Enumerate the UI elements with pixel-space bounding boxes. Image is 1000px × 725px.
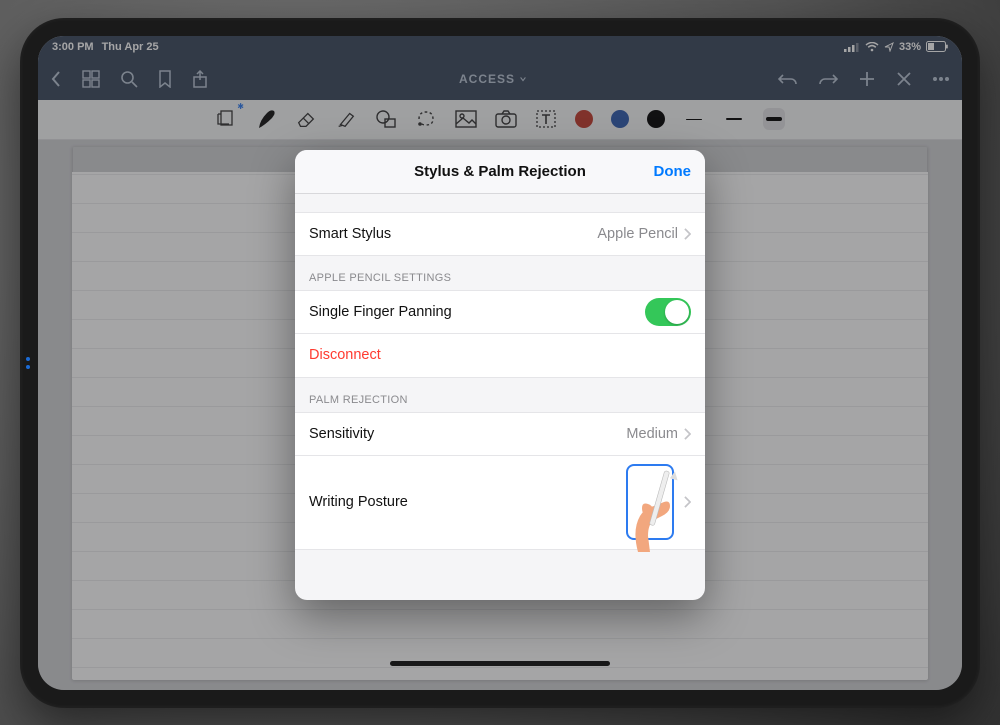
disconnect-label: Disconnect (309, 347, 381, 363)
modal-title: Stylus & Palm Rejection (414, 163, 586, 180)
modal-body: Smart Stylus Apple Pencil Apple Pencil S… (295, 194, 705, 600)
chevron-right-icon (684, 428, 691, 440)
section-palm-rejection: Palm Rejection (295, 378, 705, 412)
writing-posture-graphic (626, 464, 674, 540)
single-finger-panning-row[interactable]: Single Finger Panning (295, 290, 705, 334)
screen: 3:00 PM Thu Apr 25 33% (38, 36, 962, 690)
single-finger-panning-label: Single Finger Panning (309, 304, 452, 320)
ipad-device-frame: 3:00 PM Thu Apr 25 33% (20, 18, 980, 708)
section-apple-pencil-settings: Apple Pencil Settings (295, 256, 705, 290)
smart-stylus-value: Apple Pencil (597, 226, 678, 242)
side-indicator-dots (26, 357, 30, 369)
stylus-settings-modal: Stylus & Palm Rejection Done Smart Stylu… (295, 150, 705, 600)
disconnect-row[interactable]: Disconnect (295, 334, 705, 378)
writing-posture-row[interactable]: Writing Posture (295, 456, 705, 550)
sensitivity-row[interactable]: Sensitivity Medium (295, 412, 705, 456)
smart-stylus-row[interactable]: Smart Stylus Apple Pencil (295, 212, 705, 256)
done-button[interactable]: Done (654, 163, 692, 180)
writing-posture-label: Writing Posture (309, 494, 408, 510)
single-finger-panning-toggle[interactable] (645, 298, 691, 326)
home-indicator[interactable] (390, 661, 610, 666)
smart-stylus-label: Smart Stylus (309, 226, 391, 242)
chevron-right-icon (684, 228, 691, 240)
modal-header: Stylus & Palm Rejection Done (295, 150, 705, 194)
sensitivity-value: Medium (626, 426, 678, 442)
sensitivity-label: Sensitivity (309, 426, 374, 442)
